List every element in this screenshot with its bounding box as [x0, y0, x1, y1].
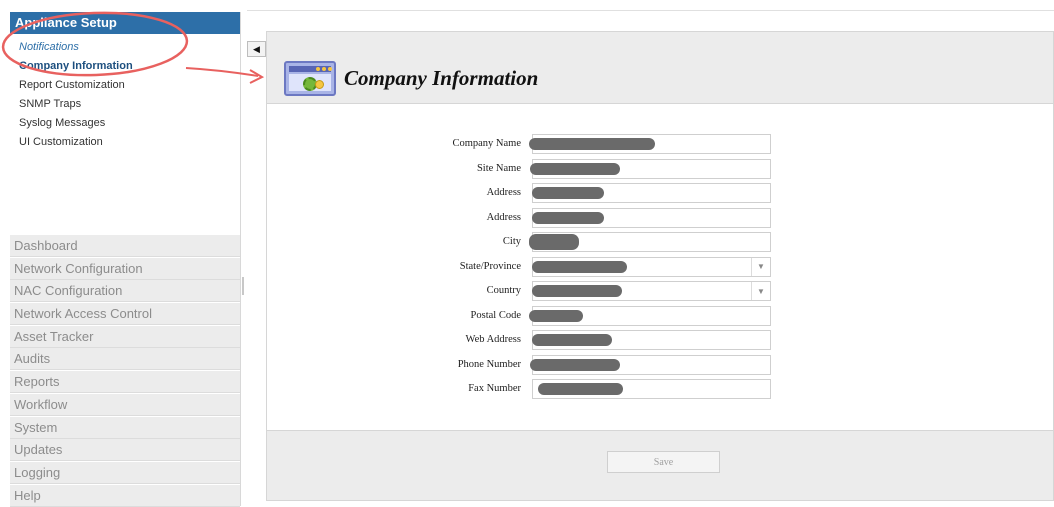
company-information-form: Company Name Site Name Address Address C…: [267, 103, 1053, 431]
sidebar-section-reports[interactable]: Reports: [10, 371, 240, 394]
state-province-label: State/Province: [459, 260, 521, 272]
form-row-fax-number: Fax Number: [267, 379, 1053, 399]
sidebar-item-notifications[interactable]: Notifications: [10, 38, 240, 57]
form-row-address-2: Address: [267, 207, 1053, 228]
save-button[interactable]: Save: [607, 451, 720, 473]
panel-title-row: Company Information: [284, 58, 538, 98]
company-name-label: Company Name: [452, 138, 521, 149]
sidebar-resize-handle[interactable]: [242, 277, 244, 295]
sidebar-section-nac-configuration[interactable]: NAC Configuration: [10, 280, 240, 303]
sidebar-sections: Dashboard Network Configuration NAC Conf…: [10, 235, 240, 507]
site-name-label: Site Name: [476, 162, 521, 174]
sidebar-item-company-information[interactable]: Company Information: [10, 57, 240, 76]
postal-code-input[interactable]: [532, 305, 771, 326]
sidebar-section-system[interactable]: System: [10, 416, 240, 439]
web-address-input[interactable]: [532, 330, 771, 350]
sidebar-section-workflow[interactable]: Workflow: [10, 393, 240, 416]
sidebar-item-report-customization[interactable]: Report Customization: [10, 76, 240, 95]
form-row-web-address: Web Address: [267, 330, 1053, 350]
sidebar-section-updates[interactable]: Updates: [10, 439, 240, 462]
company-information-panel: Company Information Company Name Site Na…: [266, 31, 1054, 501]
collapse-sidebar-button[interactable]: ◀: [247, 41, 266, 57]
sidebar-divider: [240, 12, 241, 506]
company-name-input[interactable]: [532, 134, 771, 154]
chevron-down-icon: ▼: [751, 282, 770, 300]
address-line-2-input[interactable]: [532, 207, 771, 228]
sidebar: Appliance Setup Notifications Company In…: [10, 12, 240, 507]
chevron-down-icon: ▼: [751, 257, 770, 276]
address-label: Address: [486, 187, 521, 198]
postal-code-label: Postal Code: [470, 309, 521, 321]
city-label: City: [502, 236, 521, 247]
sidebar-section-help[interactable]: Help: [10, 484, 240, 507]
form-row-phone-number: Phone Number: [267, 354, 1053, 375]
sidebar-section-dashboard[interactable]: Dashboard: [10, 235, 240, 257]
sidebar-item-ui-customization[interactable]: UI Customization: [10, 133, 240, 152]
sidebar-header-appliance-setup[interactable]: Appliance Setup: [10, 12, 240, 34]
fax-number-input[interactable]: [532, 379, 771, 399]
phone-number-label: Phone Number: [457, 358, 521, 370]
web-address-label: Web Address: [465, 334, 521, 345]
sidebar-section-logging[interactable]: Logging: [10, 461, 240, 484]
city-input[interactable]: [532, 232, 771, 252]
collapse-left-icon: ◀: [253, 43, 260, 54]
sidebar-section-network-configuration[interactable]: Network Configuration: [10, 257, 240, 280]
site-name-input[interactable]: [532, 158, 771, 179]
form-row-company-name: Company Name: [267, 134, 1053, 154]
form-row-state-province: State/Province ▼: [267, 256, 1053, 277]
form-row-site-name: Site Name: [267, 158, 1053, 179]
address-label: Address: [486, 211, 521, 223]
sidebar-section-audits[interactable]: Audits: [10, 348, 240, 371]
address-line-1-input[interactable]: [532, 183, 771, 203]
settings-window-icon: [284, 60, 336, 96]
page-title: Company Information: [344, 65, 539, 90]
arrow-head: [249, 69, 265, 84]
form-row-address-1: Address: [267, 183, 1053, 203]
sidebar-section-network-access-control[interactable]: Network Access Control: [10, 303, 240, 326]
sidebar-submenu: Notifications Company Information Report…: [10, 34, 240, 235]
sidebar-item-snmp-traps[interactable]: SNMP Traps: [10, 95, 240, 114]
state-province-select[interactable]: ▼: [532, 256, 771, 277]
phone-number-input[interactable]: [532, 354, 771, 375]
sidebar-section-asset-tracker[interactable]: Asset Tracker: [10, 325, 240, 348]
form-row-city: City: [267, 232, 1053, 252]
country-label: Country: [486, 285, 521, 296]
form-row-postal-code: Postal Code: [267, 305, 1053, 326]
fax-number-label: Fax Number: [468, 383, 521, 394]
form-row-country: Country ▼: [267, 281, 1053, 301]
country-select[interactable]: ▼: [532, 281, 771, 301]
sidebar-item-syslog-messages[interactable]: Syslog Messages: [10, 114, 240, 133]
main-top-divider: [247, 10, 1054, 11]
